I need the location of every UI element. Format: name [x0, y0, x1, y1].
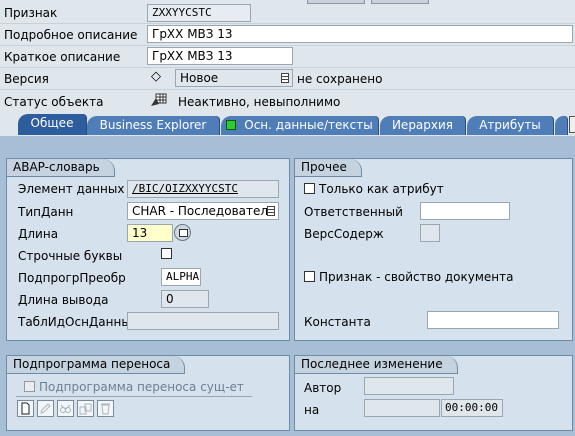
- label-responsible: Ответственный: [304, 205, 403, 219]
- group-title: ABAP-словарь: [7, 159, 115, 177]
- label-object-status: Статус объекта: [4, 95, 104, 109]
- tab-attributes[interactable]: Атрибуты: [467, 116, 553, 135]
- label-conversion-routine: ПодпрогрПреобр: [18, 271, 126, 285]
- green-status-icon: [226, 120, 237, 130]
- label-transfer-routine-exists: Подпрограмма переноса сущ-ет: [39, 380, 244, 394]
- tab-label: Business Explorer: [99, 118, 207, 132]
- attribute-only-checkbox[interactable]: [304, 183, 315, 194]
- version-diamond-icon: ◇: [151, 69, 161, 84]
- delete-button[interactable]: [97, 400, 114, 417]
- divider: [0, 67, 575, 68]
- tab-hierarchy[interactable]: Иерархия: [380, 116, 465, 135]
- content-version-field[interactable]: [420, 224, 440, 242]
- tab-label: Осн. данные/тексты: [244, 118, 373, 132]
- version-value: Новое: [180, 71, 219, 85]
- label-detailed-description: Подробное описание: [4, 28, 138, 42]
- trash-icon: [101, 403, 110, 415]
- dropdown-icon: [267, 206, 275, 216]
- author-field[interactable]: [364, 377, 454, 395]
- label-output-length: Длина вывода: [18, 293, 109, 307]
- master-data-table-field[interactable]: [127, 312, 279, 330]
- document-attribute-checkbox[interactable]: [304, 271, 315, 282]
- lowercase-checkbox[interactable]: [161, 248, 172, 259]
- data-type-select[interactable]: CHAR - Последователь: [127, 202, 279, 220]
- data-type-value: CHAR - Последователь: [132, 204, 276, 218]
- label-version: Версия: [4, 72, 49, 86]
- object-status-icon: [151, 93, 167, 106]
- copy-icon: [79, 403, 92, 415]
- copy-button[interactable]: [77, 400, 94, 417]
- time-field[interactable]: 00:00:00: [441, 399, 503, 417]
- version-status: не сохранено: [297, 72, 383, 86]
- label-short-description: Краткое описание: [4, 50, 121, 64]
- label-priznak: Признак: [4, 6, 58, 20]
- date-field[interactable]: [364, 399, 440, 417]
- new-document-icon: [21, 402, 30, 415]
- value-help-icon: [179, 229, 188, 237]
- label-attribute-only: Только как атрибут: [319, 182, 444, 196]
- tab-scroll-button[interactable]: [569, 116, 575, 133]
- short-description-input[interactable]: ГрХХ МВЗ 13: [147, 47, 293, 65]
- data-element-field[interactable]: /BIC/OIZXXYYCSTC: [127, 180, 279, 198]
- edit-button[interactable]: [37, 400, 54, 417]
- data-element-value: /BIC/OIZXXYYCSTC: [132, 182, 238, 195]
- label-master-data-table: ТаблИдОснДанных: [18, 315, 138, 329]
- divider: [0, 89, 575, 90]
- label-length: Длина: [18, 227, 59, 241]
- toolbar-remnant-2: [371, 0, 429, 4]
- label-content-version: ВерсСодерж: [304, 227, 384, 241]
- glasses-icon: [60, 404, 71, 413]
- tab-label: Общее: [30, 116, 74, 130]
- tab-master-data-texts[interactable]: Осн. данные/тексты: [221, 116, 378, 135]
- output-length-field[interactable]: 0: [161, 290, 209, 308]
- version-field: Новое: [175, 69, 293, 87]
- transfer-routine-exists-checkbox[interactable]: [24, 381, 35, 392]
- conversion-routine-field[interactable]: ALPHA: [161, 268, 201, 286]
- responsible-input[interactable]: [420, 202, 510, 220]
- tab-general[interactable]: Общее: [18, 114, 86, 135]
- priznak-field[interactable]: ZXXYYCSTC: [147, 4, 251, 22]
- label-constant: Константа: [304, 315, 371, 329]
- tab-scroll-stub[interactable]: [555, 116, 567, 135]
- label-data-element: Элемент данных: [18, 182, 125, 196]
- label-author: Автор: [304, 381, 342, 395]
- tab-business-explorer[interactable]: Business Explorer: [87, 116, 219, 135]
- tab-label: Атрибуты: [479, 118, 541, 132]
- object-status-text: Неактивно, невыполнимо: [178, 95, 341, 109]
- transfer-toolbar-line: [16, 396, 252, 397]
- length-help-button[interactable]: [174, 224, 191, 241]
- create-button[interactable]: [17, 400, 34, 417]
- length-input[interactable]: 13: [127, 224, 173, 242]
- label-document-attribute: Признак - свойство документа: [319, 270, 514, 284]
- tab-label: Иерархия: [391, 118, 454, 132]
- display-button[interactable]: [57, 400, 74, 417]
- pencil-icon: [40, 403, 51, 414]
- divider: [0, 45, 575, 46]
- divider: [0, 23, 575, 24]
- group-title: Прочее: [295, 159, 362, 177]
- group-title: Подпрограмма переноса: [7, 356, 186, 374]
- dropdown-icon: [281, 73, 289, 83]
- detailed-description-input[interactable]: ГрХХ МВЗ 13: [147, 25, 573, 43]
- label-on: на: [304, 403, 320, 417]
- label-data-type: ТипДанн: [18, 205, 74, 219]
- group-title: Последнее изменение: [295, 356, 458, 374]
- label-lowercase: Строчные буквы: [18, 249, 123, 263]
- constant-input[interactable]: [427, 311, 559, 329]
- toolbar-remnant-1: [307, 0, 365, 4]
